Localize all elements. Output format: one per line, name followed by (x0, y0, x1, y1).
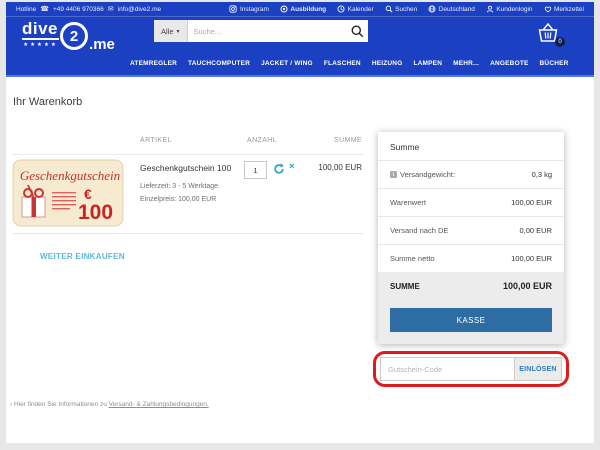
summary-value: 0,00 EUR (519, 226, 552, 235)
email-link[interactable]: info@dive2.me (118, 6, 161, 13)
main-navigation: ATEMREGLER TAUCHCOMPUTER JACKET / WING F… (130, 60, 569, 67)
topbar-link-suchen[interactable]: Suchen (385, 5, 418, 13)
topbar-contact: Hotline ☎ +49 4406 970366 ✉ info@dive2.m… (16, 6, 161, 13)
logo-tld: .me (89, 36, 115, 53)
summary-row-shipping: Versand nach DE 0,00 EUR (378, 217, 564, 245)
voucher-code-row: EINLÖSEN (380, 357, 562, 381)
training-badge-icon (280, 5, 288, 13)
summary-row-goods-value: Warenwert 100,00 EUR (378, 189, 564, 217)
search-category-dropdown[interactable]: Alle ▾ (154, 20, 188, 42)
nav-item-mehr[interactable]: MEHR... (453, 60, 479, 67)
product-line-total: 100,00 EUR (6, 163, 362, 172)
logo-word-block: dive ★★★★★ (22, 20, 59, 48)
site-logo[interactable]: dive ★★★★★ 2 .me (22, 20, 115, 53)
cart-page: Ihr Warenkorb ARTIKEL ANZAHL SUMME Gesch… (6, 79, 594, 443)
grand-total-value: 100,00 EUR (503, 281, 552, 291)
summary-value: 100,00 EUR (511, 198, 552, 207)
nav-item-buecher[interactable]: BÜCHER (540, 60, 569, 67)
table-divider-top (12, 154, 364, 155)
chevron-down-icon: ▾ (177, 28, 180, 35)
email-icon: ✉ (108, 6, 114, 13)
globe-icon (428, 5, 436, 13)
summary-grand-total-row: SUMME 100,00 EUR (378, 272, 564, 300)
summary-label: Summe netto (390, 254, 435, 263)
shipping-terms-link[interactable]: Versand- & Zahlungsbedingungen. (109, 401, 209, 408)
magnifier-icon (351, 25, 364, 38)
cart-count-badge: 0 (555, 37, 565, 47)
topbar-link-instagram[interactable]: Instagram (229, 5, 268, 13)
column-header-summe: SUMME (6, 137, 362, 144)
checkout-button[interactable]: KASSE (390, 308, 552, 332)
logo-word: dive (22, 20, 59, 40)
topbar: Hotline ☎ +49 4406 970366 ✉ info@dive2.m… (6, 2, 594, 17)
topbar-link-kundenlogin[interactable]: Kundenlogin (486, 5, 533, 13)
header-main-row: dive ★★★★★ 2 .me Alle ▾ (6, 17, 594, 74)
redeem-voucher-button[interactable]: EINLÖSEN (514, 357, 562, 381)
continue-shopping-link[interactable]: WEITER EINKAUFEN (40, 252, 125, 261)
voucher-currency: € (84, 186, 92, 202)
table-divider-bottom (12, 233, 364, 234)
summary-title: Summe (378, 132, 564, 161)
logo-stars: ★★★★★ (22, 42, 59, 48)
heart-icon (544, 5, 552, 13)
grand-total-label: SUMME (390, 282, 420, 291)
summary-row-shipping-weight: i Versandgewicht: 0,3 kg (378, 161, 564, 189)
topbar-links: Instagram Ausbildung Kalender Suchen Deu… (229, 5, 584, 13)
product-unit-price: Einzelpreis: 100,00 EUR (140, 196, 216, 203)
shipping-note-text: › Hier finden Sie Informationen zu (10, 401, 109, 408)
calendar-icon (337, 5, 345, 13)
summary-label: Versand nach DE (390, 226, 448, 235)
summary-row-net-total: Summe netto 100,00 EUR (378, 245, 564, 272)
nav-item-tauchcomputer[interactable]: TAUCHCOMPUTER (188, 60, 250, 67)
summary-label: Versandgewicht: (400, 170, 455, 179)
phone-icon: ☎ (40, 6, 49, 13)
hotline-label: Hotline (16, 6, 36, 13)
logo-number-circle: 2 (60, 22, 88, 50)
nav-item-lampen[interactable]: LAMPEN (413, 60, 442, 67)
summary-value: 100,00 EUR (511, 254, 552, 263)
search-bar: Alle ▾ (154, 20, 368, 42)
topbar-link-ausbildung[interactable]: Ausbildung (280, 5, 326, 13)
info-icon: i (390, 171, 397, 178)
topbar-link-kalender[interactable]: Kalender (337, 5, 374, 13)
voucher-amount: 100 (78, 201, 113, 224)
page-title: Ihr Warenkorb (13, 96, 82, 108)
product-delivery-time: Lieferzeit: 3 - 5 Werktage (140, 183, 218, 190)
topbar-link-merkzettel[interactable]: Merkzettel (544, 5, 584, 13)
cart-button[interactable]: 0 (536, 22, 560, 44)
search-icon (385, 5, 393, 13)
instagram-icon (229, 5, 237, 13)
nav-item-jacket-wing[interactable]: JACKET / WING (261, 60, 313, 67)
search-input[interactable] (188, 20, 346, 42)
cart-summary-card: Summe i Versandgewicht: 0,3 kg Warenwert… (378, 132, 564, 344)
nav-item-angebote[interactable]: ANGEBOTE (490, 60, 528, 67)
site-header: Hotline ☎ +49 4406 970366 ✉ info@dive2.m… (6, 2, 594, 77)
shipping-info-note: › Hier finden Sie Informationen zu Versa… (10, 401, 209, 408)
nav-item-flaschen[interactable]: FLASCHEN (324, 60, 361, 67)
summary-label: Warenwert (390, 198, 426, 207)
browser-viewport: Hotline ☎ +49 4406 970366 ✉ info@dive2.m… (6, 2, 594, 443)
phone-link[interactable]: +49 4406 970366 (53, 6, 104, 13)
search-category-value: Alle (161, 27, 174, 36)
topbar-link-deutschland[interactable]: Deutschland (428, 5, 475, 13)
voucher-code-input[interactable] (380, 357, 514, 381)
user-icon (486, 5, 494, 13)
summary-value: 0,3 kg (532, 170, 552, 179)
nav-item-heizung[interactable]: HEIZUNG (372, 60, 403, 67)
checkout-button-wrap: KASSE (378, 300, 564, 344)
search-submit-button[interactable] (346, 20, 368, 42)
nav-item-atemregler[interactable]: ATEMREGLER (130, 60, 177, 67)
